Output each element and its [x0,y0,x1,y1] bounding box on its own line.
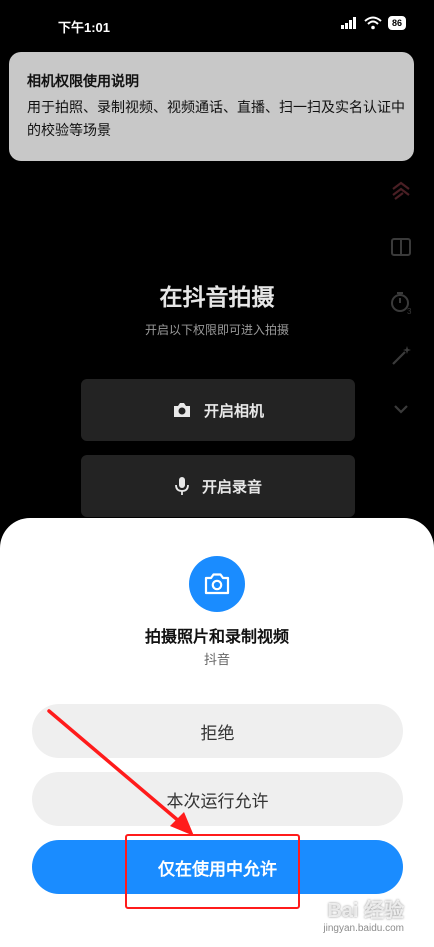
annotation-highlight-box [125,834,300,909]
annotation-arrow [47,709,194,836]
watermark-logo: Bai 经验 [327,900,404,922]
watermark: Bai 经验 jingyan.baidu.com [323,894,404,934]
watermark-url: jingyan.baidu.com [323,923,404,934]
